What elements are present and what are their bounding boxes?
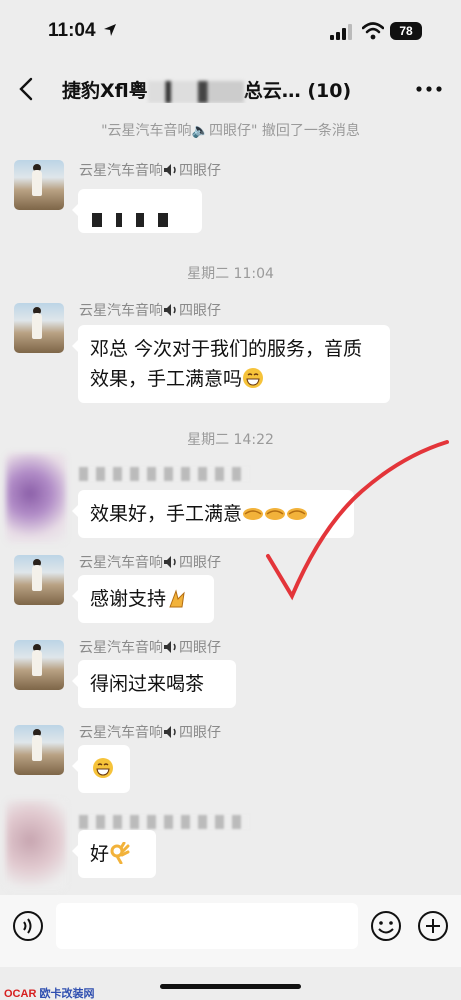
handshake-emoji-icon (243, 508, 264, 520)
avatar[interactable] (14, 160, 64, 210)
message-text: 效果好，手工满意 (90, 503, 243, 525)
avatar[interactable] (6, 800, 66, 890)
grin-emoji-icon (93, 758, 113, 778)
status-time: 11:04 (48, 20, 96, 41)
message-bubble[interactable]: 感谢支持 (72, 575, 214, 623)
speaker-icon (164, 641, 176, 653)
handshake-emoji-icon (287, 508, 308, 520)
chat-title: 捷豹Xfl粤 总云… (10) (62, 76, 384, 103)
redacted-block (136, 212, 144, 227)
more-icon[interactable] (416, 86, 442, 92)
message-text: 邓总 今次对于我们的服务，音质效果，手工满意吗 (90, 338, 363, 390)
redacted-block (116, 212, 122, 227)
member-count: (10) (307, 80, 352, 102)
ok-hand-icon (110, 842, 130, 864)
redacted-block (147, 80, 244, 103)
avatar[interactable] (14, 555, 64, 605)
speaker-icon (164, 556, 176, 568)
message-bubble[interactable] (72, 745, 130, 793)
timestamp: 星期二 14:22 (187, 432, 274, 448)
status-bar: 11:04 78 (0, 0, 461, 66)
message-bubble[interactable] (72, 189, 202, 233)
message-bubble[interactable]: 邓总 今次对于我们的服务，音质效果，手工满意吗 (72, 325, 390, 403)
sender-name: 云星汽车音响 四眼仔 (79, 640, 221, 656)
message-bubble[interactable]: 好 (72, 830, 156, 878)
avatar[interactable] (6, 453, 66, 543)
home-indicator[interactable] (160, 984, 301, 989)
message-text: 得闲过来喝茶 (90, 673, 205, 695)
avatar[interactable] (14, 725, 64, 775)
praying-hands-icon (169, 589, 185, 608)
sender-name-redacted (79, 467, 249, 481)
redacted-block (158, 212, 168, 227)
avatar[interactable] (14, 640, 64, 690)
sender-name: 云星汽车音响 四眼仔 (79, 555, 221, 571)
chat-title-prefix: 捷豹Xfl粤 (62, 80, 148, 102)
grin-emoji-icon (243, 368, 264, 388)
signal-icon (330, 24, 352, 40)
recall-notice: "云星汽车音响🔈四眼仔" 撤回了一条消息 (101, 123, 360, 139)
chat-header: 捷豹Xfl粤 总云… (10) (0, 66, 461, 112)
message-bubble[interactable]: 效果好，手工满意 (72, 490, 354, 538)
timestamp: 星期二 11:04 (187, 266, 274, 282)
speaker-icon (164, 304, 176, 316)
emoji-icon[interactable] (370, 910, 402, 942)
voice-icon[interactable] (12, 910, 44, 942)
plus-icon[interactable] (417, 910, 449, 942)
input-bar (0, 895, 461, 967)
avatar[interactable] (14, 303, 64, 353)
sender-name: 云星汽车音响 四眼仔 (79, 303, 221, 319)
speaker-icon (164, 726, 176, 738)
message-bubble[interactable]: 得闲过来喝茶 (72, 660, 236, 708)
message-text: 感谢支持 (90, 588, 167, 610)
sender-name: 云星汽车音响 四眼仔 (79, 725, 221, 741)
speaker-icon (164, 164, 176, 176)
battery-indicator: 78 (390, 22, 422, 40)
chat-title-suffix: 总云… (243, 80, 301, 102)
message-input[interactable] (56, 903, 358, 949)
message-text: 好 (90, 843, 110, 865)
back-icon[interactable] (14, 76, 40, 102)
location-arrow-icon (104, 24, 116, 36)
wifi-icon (362, 22, 384, 40)
sender-name: 云星汽车音响 四眼仔 (79, 163, 221, 179)
handshake-emoji-icon (265, 508, 286, 520)
redacted-block (92, 212, 102, 227)
sender-name-redacted (79, 815, 249, 829)
watermark: OCAR 欧卡改装网 (4, 988, 95, 1000)
